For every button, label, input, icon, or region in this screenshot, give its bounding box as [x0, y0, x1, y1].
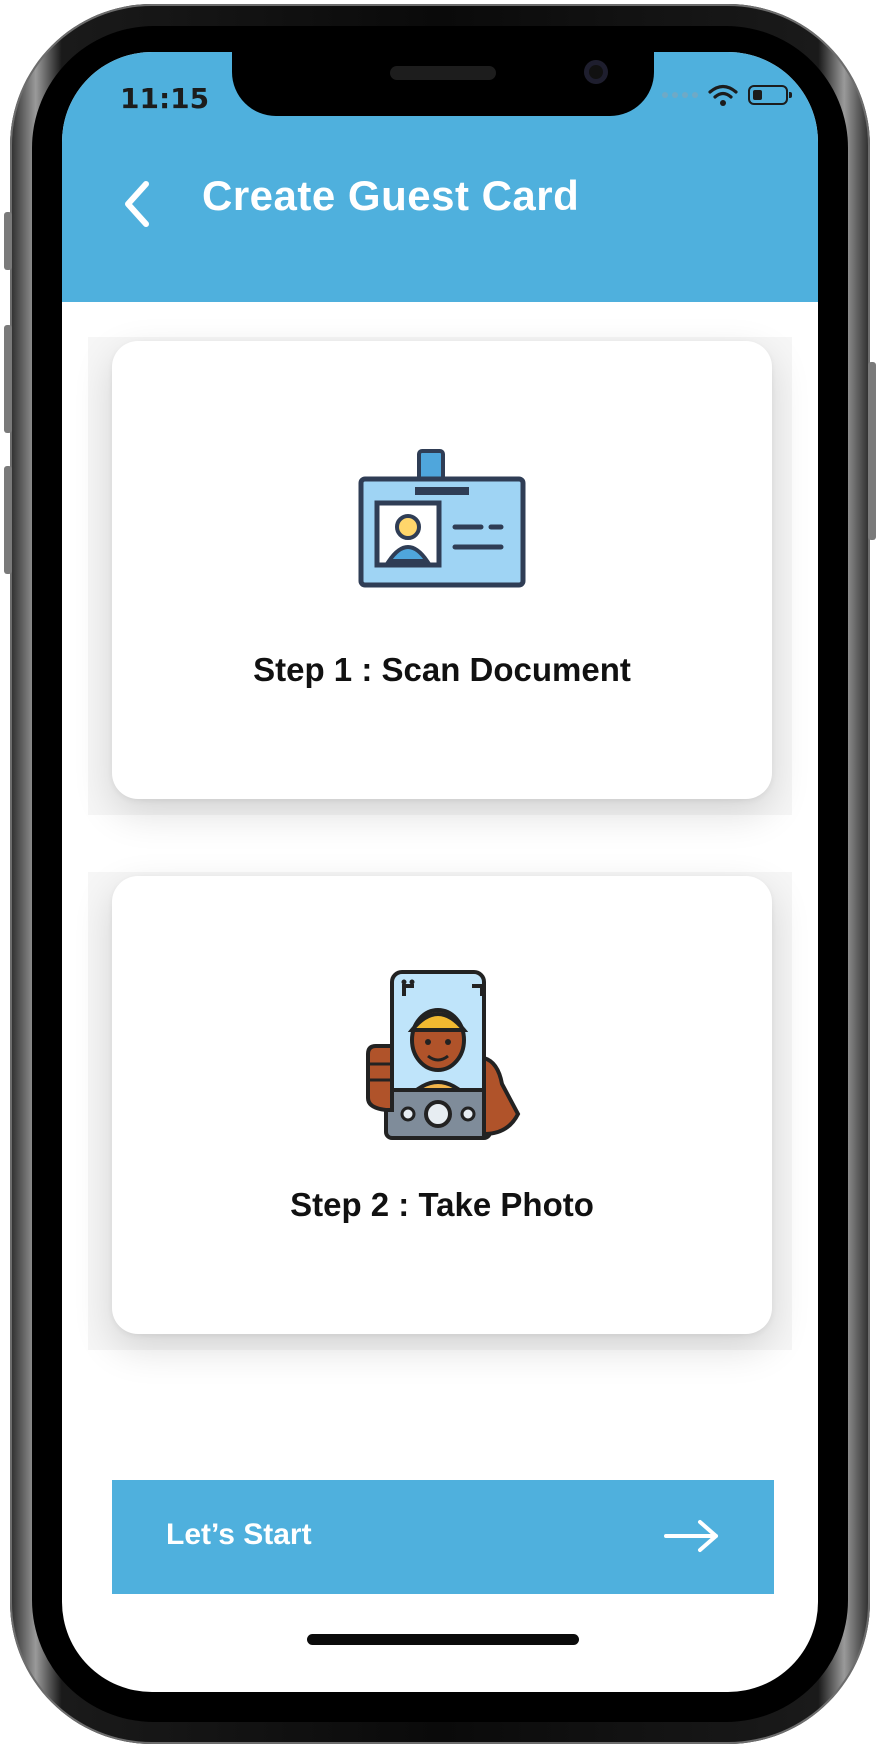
volume-down-button: [4, 466, 12, 574]
lets-start-button[interactable]: Let’s Start: [112, 1480, 774, 1594]
step-2-label: Step 2 : Take Photo: [290, 1186, 594, 1223]
status-time: 11:15: [120, 82, 210, 115]
battery-icon: [748, 85, 792, 105]
page-title: Create Guest Card: [202, 172, 580, 219]
app-header: 11:15 Create Guest Card: [62, 52, 818, 302]
notch: [232, 52, 654, 116]
arrow-right-icon: [664, 1520, 718, 1552]
status-icons: [662, 84, 792, 106]
id-card-icon: [358, 449, 526, 588]
step-card-scan-document[interactable]: Step 1 : Scan Document: [112, 341, 772, 799]
home-indicator[interactable]: [307, 1634, 579, 1645]
volume-up-button: [4, 325, 12, 433]
lets-start-label: Let’s Start: [166, 1518, 312, 1551]
back-button[interactable]: [114, 174, 164, 234]
signal-icon: [662, 92, 698, 98]
front-camera: [584, 60, 608, 84]
power-button: [868, 362, 876, 540]
selfie-camera-icon: [366, 970, 521, 1140]
step-card-take-photo[interactable]: Step 2 : Take Photo: [112, 876, 772, 1334]
chevron-left-icon: [125, 181, 149, 227]
speaker: [390, 66, 496, 80]
step-1-label: Step 1 : Scan Document: [253, 651, 631, 688]
wifi-icon: [708, 84, 738, 106]
mute-switch: [4, 212, 12, 270]
phone-screen: 11:15 Create Guest Card Step 1: Scan Do…: [62, 52, 818, 1692]
